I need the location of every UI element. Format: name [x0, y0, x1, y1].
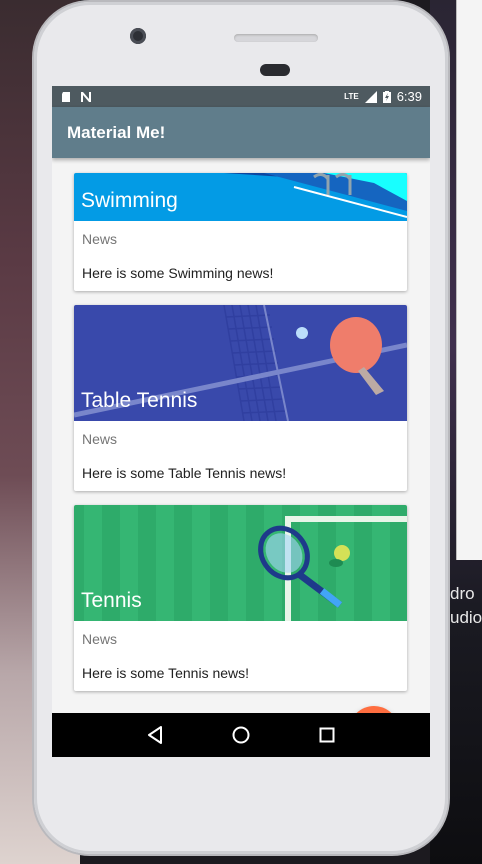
table-tennis-image: Table Tennis [74, 305, 407, 421]
card-info: Here is some Table Tennis news! [82, 465, 287, 481]
earpiece [260, 64, 290, 76]
sports-list[interactable]: Swimming News Here is some Swimming news… [52, 158, 430, 713]
background-window [456, 0, 482, 560]
card-info: Here is some Tennis news! [82, 665, 250, 681]
n-notification-icon [81, 91, 91, 102]
battery-charging-icon [382, 90, 391, 103]
front-camera [130, 28, 146, 44]
sport-card[interactable]: Swimming News Here is some Swimming news… [74, 173, 407, 291]
card-subtitle: News [82, 431, 118, 447]
card-subtitle: News [82, 231, 118, 247]
status-time: 6:39 [396, 89, 422, 104]
app-toolbar: Material Me! [52, 107, 430, 158]
app-title: Material Me! [67, 122, 166, 142]
recents-icon [319, 727, 335, 743]
card-subtitle: News [82, 631, 118, 647]
back-icon [148, 726, 162, 744]
home-icon [232, 726, 250, 744]
sport-card[interactable]: Tennis News Here is some Tennis news! [74, 505, 407, 691]
refresh-button[interactable] [349, 706, 399, 713]
device-screen: LTE 6:39 Material Me! Swimming News Here… [52, 86, 430, 757]
tennis-image: Tennis [74, 505, 407, 621]
system-navigation-bar [52, 713, 430, 757]
background-text: dro [450, 584, 475, 603]
swimming-image: Swimming [74, 173, 407, 221]
recents-button[interactable] [315, 723, 339, 747]
card-title: Table Tennis [81, 389, 198, 412]
card-title: Swimming [81, 189, 178, 212]
card-title: Tennis [81, 589, 142, 612]
speaker-grille [234, 34, 318, 42]
home-button[interactable] [229, 723, 253, 747]
sport-card[interactable]: Table Tennis News Here is some Table Ten… [74, 305, 407, 491]
card-info: Here is some Swimming news! [82, 265, 274, 281]
background-text: udio [450, 608, 482, 627]
status-bar: LTE 6:39 [52, 86, 430, 107]
signal-icon [364, 90, 377, 103]
sd-card-icon [62, 91, 70, 102]
network-type: LTE [344, 92, 359, 101]
back-button[interactable] [143, 723, 167, 747]
